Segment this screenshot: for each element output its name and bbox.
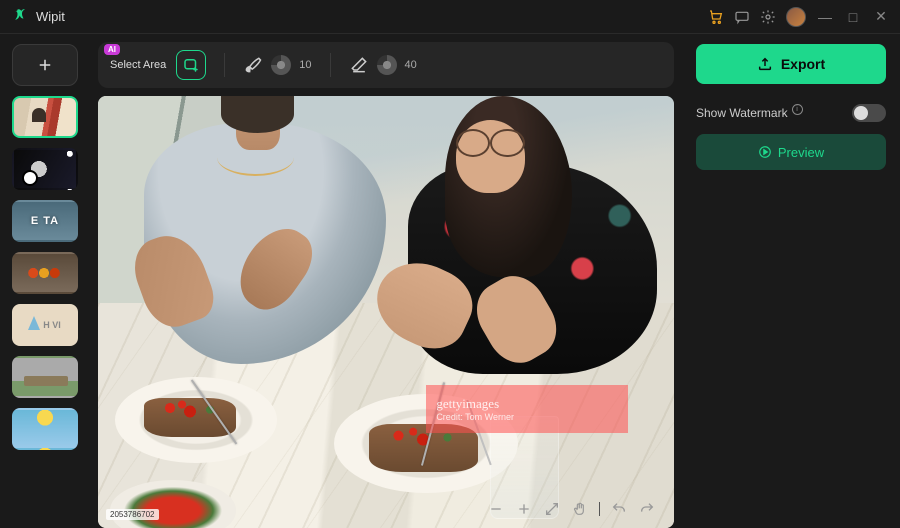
- zoom-in-icon[interactable]: [515, 500, 533, 518]
- canvas-controls: [479, 496, 664, 522]
- pan-icon[interactable]: [571, 500, 589, 518]
- titlebar: Wipit — □ ✕: [0, 0, 900, 34]
- export-label: Export: [781, 56, 825, 72]
- show-watermark-label: Show Watermark i: [696, 106, 803, 120]
- right-panel: Export Show Watermark i Preview: [682, 34, 900, 528]
- gear-icon[interactable]: [760, 9, 776, 25]
- select-area-tool[interactable]: AI Select Area: [110, 50, 206, 80]
- eraser-size-value: 40: [405, 59, 417, 71]
- toolbar: AI Select Area 10 40: [98, 42, 674, 88]
- thumbnail-list: E TA H VI: [8, 96, 82, 518]
- select-area-label: Select Area: [110, 59, 166, 71]
- export-button[interactable]: Export: [696, 44, 886, 84]
- app-logo-icon: [10, 8, 28, 26]
- add-image-button[interactable]: [12, 44, 78, 86]
- brush-icon: [243, 55, 263, 75]
- thumbnail-4[interactable]: [12, 252, 78, 294]
- eraser-tool[interactable]: 40: [349, 55, 417, 75]
- brush-size-slider[interactable]: [271, 55, 291, 75]
- thumbnail-6[interactable]: [12, 356, 78, 398]
- app-title: Wipit: [36, 9, 65, 24]
- thumbnail-7[interactable]: [12, 408, 78, 450]
- eraser-icon: [349, 55, 369, 75]
- image-content: [98, 96, 674, 528]
- thumbnail-3[interactable]: E TA: [12, 200, 78, 242]
- show-watermark-row: Show Watermark i: [696, 96, 886, 122]
- minimize-button[interactable]: —: [816, 9, 834, 25]
- watermark-text-2: Credit: Tom Werner: [436, 412, 628, 422]
- undo-icon[interactable]: [610, 500, 628, 518]
- image-id-label: 2053786702: [106, 509, 159, 520]
- zoom-out-icon[interactable]: [487, 500, 505, 518]
- rectangle-select-icon[interactable]: [176, 50, 206, 80]
- canvas[interactable]: gettyimages Credit: Tom Werner 205378670…: [98, 96, 674, 528]
- preview-button[interactable]: Preview: [696, 134, 886, 170]
- watermark-text-1: gettyimages: [436, 396, 628, 412]
- show-watermark-toggle[interactable]: [852, 104, 886, 122]
- thumbnail-1[interactable]: [12, 96, 78, 138]
- close-button[interactable]: ✕: [872, 8, 890, 25]
- sidebar: E TA H VI: [0, 34, 90, 528]
- preview-label: Preview: [778, 145, 824, 160]
- user-avatar[interactable]: [786, 7, 806, 27]
- watermark-selection[interactable]: gettyimages Credit: Tom Werner: [426, 385, 628, 433]
- cart-icon[interactable]: [708, 9, 724, 25]
- brush-tool[interactable]: 10: [243, 55, 311, 75]
- thumbnail-5[interactable]: H VI: [12, 304, 78, 346]
- eraser-size-slider[interactable]: [377, 55, 397, 75]
- chat-icon[interactable]: [734, 9, 750, 25]
- redo-icon[interactable]: [638, 500, 656, 518]
- center-panel: AI Select Area 10 40: [90, 34, 682, 528]
- maximize-button[interactable]: □: [844, 9, 862, 25]
- fit-screen-icon[interactable]: [543, 500, 561, 518]
- info-icon[interactable]: i: [792, 104, 803, 115]
- thumbnail-2[interactable]: [12, 148, 78, 190]
- ai-badge: AI: [104, 44, 120, 55]
- brush-size-value: 10: [299, 59, 311, 71]
